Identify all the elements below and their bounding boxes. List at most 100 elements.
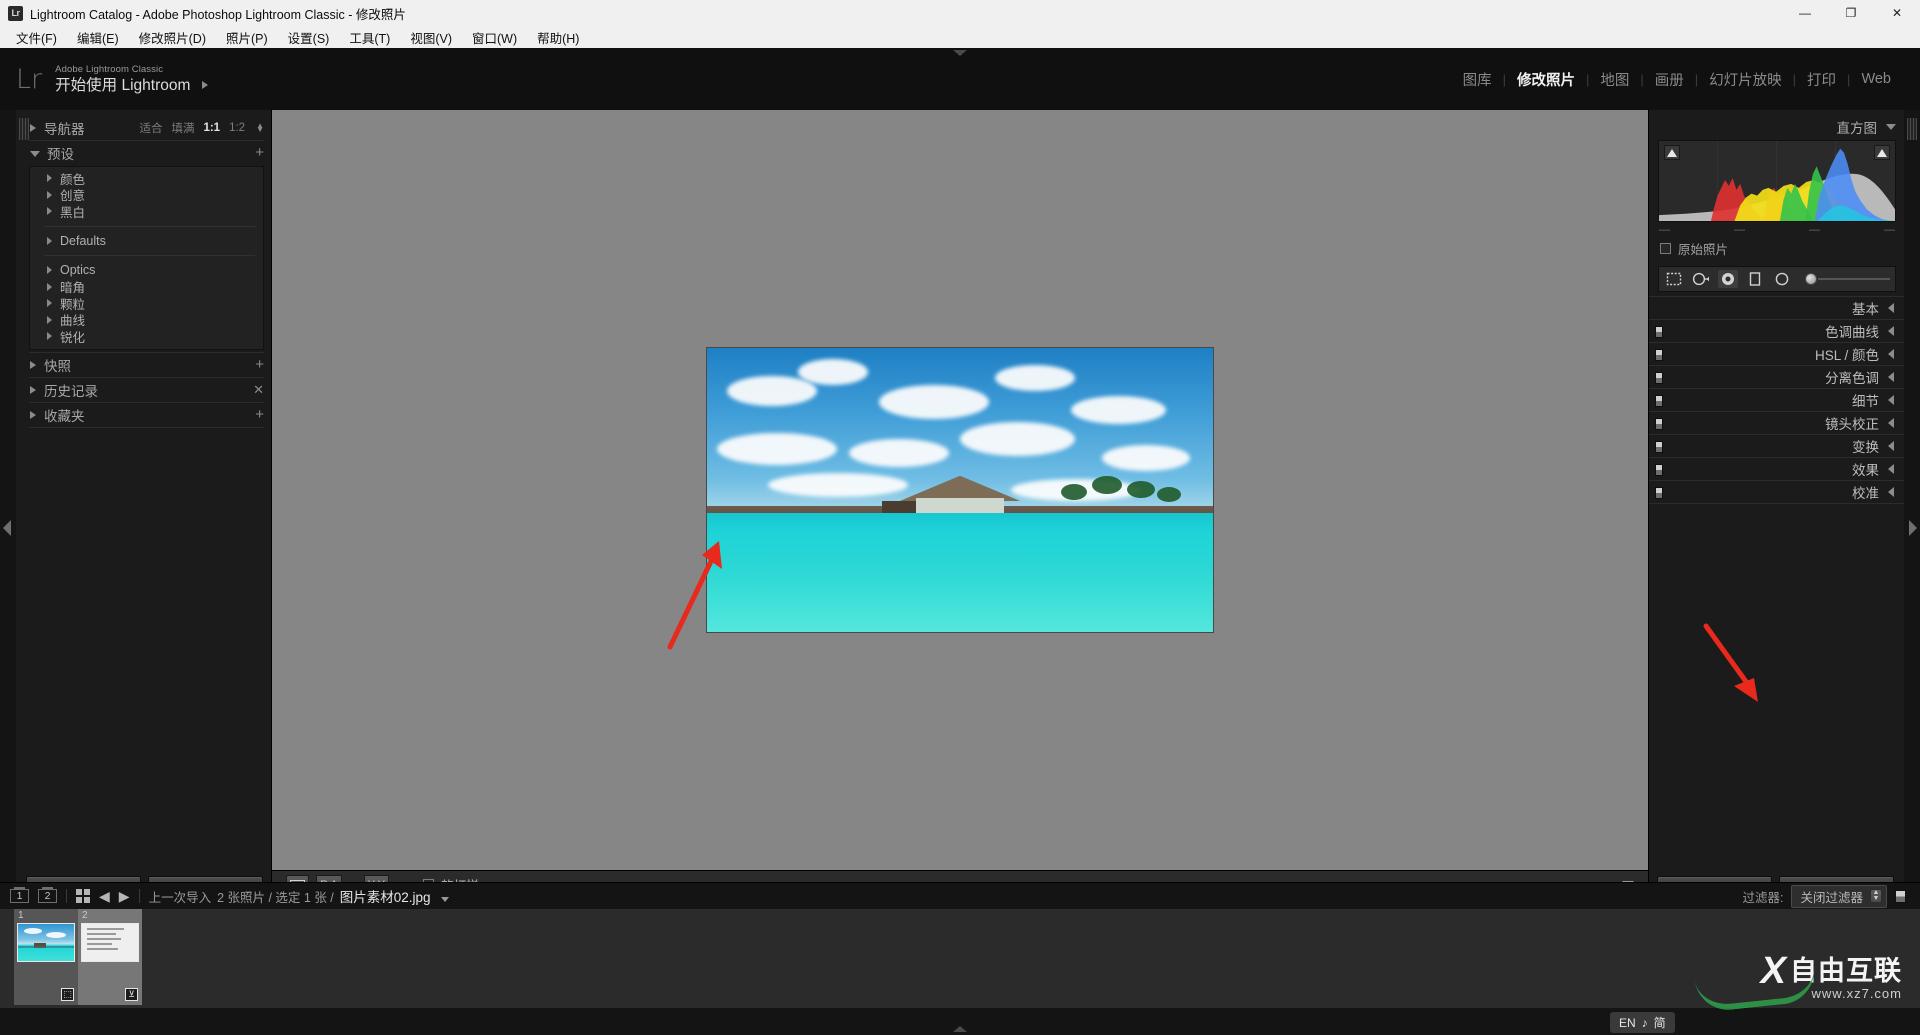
shadow-clipping-icon[interactable] [1664,145,1680,160]
menu-view[interactable]: 视图(V) [400,26,462,49]
highlight-clipping-icon[interactable] [1874,145,1890,160]
chevron-right-icon[interactable] [30,360,36,369]
maximize-button[interactable]: ❐ [1828,0,1874,26]
slider-track[interactable] [1818,278,1890,280]
graduated-filter-tool-icon[interactable] [1745,270,1765,288]
screen-badge-1[interactable]: 1 [10,887,29,903]
nav-fit[interactable]: 适合 [139,120,162,136]
panel-switch-icon[interactable] [1655,418,1663,430]
module-library[interactable]: 图库 [1452,69,1503,90]
add-collection-icon[interactable]: + [255,407,264,422]
module-slideshow[interactable]: 幻灯片放映 [1698,69,1793,90]
panel-switch-icon[interactable] [1655,487,1663,499]
filmstrip-item-2[interactable]: 2 ⊻ [78,909,142,1005]
filmstrip-source-info[interactable]: 上一次导入 2 张照片 / 选定 1 张 / 图片素材02.jpg [149,886,449,906]
chevron-right-icon[interactable] [30,124,36,132]
filmstrip-item-1[interactable]: 1 ⬚ [14,909,78,1005]
menu-window[interactable]: 窗口(W) [462,26,527,49]
panel-snapshots[interactable]: 快照 + [16,353,271,377]
back-arrow-icon[interactable]: ◀ [99,889,110,903]
nav-1-2[interactable]: 1:2 [229,122,245,134]
raw-photo-toggle[interactable]: 原始照片 [1649,236,1904,258]
menu-file[interactable]: 文件(F) [6,26,67,49]
module-web[interactable]: Web [1850,71,1902,87]
menu-help[interactable]: 帮助(H) [527,26,589,49]
right-panel-grip[interactable] [1907,118,1917,140]
panel-switch-icon[interactable] [1655,326,1663,338]
menu-photo[interactable]: 照片(P) [216,26,278,49]
panel-basic[interactable]: 基本 [1649,296,1904,319]
module-develop[interactable]: 修改照片 [1506,69,1586,90]
add-snapshot-icon[interactable]: + [255,357,264,372]
module-print[interactable]: 打印 [1796,69,1847,90]
preset-group-curve[interactable]: 曲线 [30,312,263,328]
zoom-stepper-icon[interactable]: ▲ ▼ [256,122,264,134]
identity-chevron-icon[interactable] [202,81,209,89]
panel-hsl-color[interactable]: HSL / 颜色 [1649,342,1904,365]
panel-detail[interactable]: 细节 [1649,388,1904,411]
menu-settings[interactable]: 设置(S) [278,26,340,49]
chevron-left-icon[interactable] [1888,349,1894,359]
filmstrip-collapse-icon[interactable] [953,1026,967,1032]
right-panel-collapse-icon[interactable] [1909,520,1917,536]
preset-group-sharpening[interactable]: 锐化 [30,328,263,345]
preset-group-color[interactable]: 颜色 [30,170,263,187]
panel-switch-icon[interactable] [1655,395,1663,407]
thumbnail-edit-badge[interactable]: ⊻ [125,988,138,1001]
menu-develop[interactable]: 修改照片(D) [129,26,216,49]
filter-select[interactable]: 关闭过滤器 ▲ ▼ [1791,884,1887,908]
thumbnail-crop-badge[interactable]: ⬚ [61,988,74,1001]
panel-switch-icon[interactable] [1655,441,1663,453]
chevron-left-icon[interactable] [1888,487,1894,497]
chevron-left-icon[interactable] [1888,395,1894,405]
panel-effects[interactable]: 效果 [1649,457,1904,480]
clear-history-icon[interactable]: ✕ [253,383,264,396]
preset-group-grain[interactable]: 颗粒 [30,295,263,312]
preset-group-vignetting[interactable]: 暗角 [30,279,263,295]
raw-photo-checkbox[interactable] [1660,243,1671,254]
preset-group-creative[interactable]: 创意 [30,187,263,203]
chevron-left-icon[interactable] [1888,464,1894,474]
chevron-right-icon[interactable] [30,385,36,394]
identity-plate[interactable]: Lr Adobe Lightroom Classic 开始使用 Lightroo… [0,64,209,95]
menu-edit[interactable]: 编辑(E) [67,26,129,49]
nav-fill[interactable]: 填满 [171,120,194,136]
histogram-graph[interactable] [1658,140,1896,222]
preset-group-bw[interactable]: 黑白 [30,203,263,220]
forward-arrow-icon[interactable]: ▶ [119,889,130,903]
panel-presets[interactable]: 预设 + [16,141,271,165]
screen-badge-2[interactable]: 2 [38,887,57,903]
preset-group-defaults[interactable]: Defaults [30,233,263,250]
module-book[interactable]: 画册 [1644,69,1695,90]
spot-removal-tool-icon[interactable] [1691,270,1711,288]
add-preset-icon[interactable]: + [255,145,264,160]
panel-navigator[interactable]: 导航器 适合 填满 1:1 1:2 ▲ ▼ [16,116,271,140]
module-map[interactable]: 地图 [1589,69,1640,90]
panel-history[interactable]: 历史记录 ✕ [16,378,271,402]
panel-lens-corrections[interactable]: 镜头校正 [1649,411,1904,434]
image-canvas[interactable] [272,110,1648,870]
panel-transform[interactable]: 变换 [1649,434,1904,457]
panel-collections[interactable]: 收藏夹 + [16,403,271,427]
filter-stepper-icon[interactable]: ▲ ▼ [1870,889,1882,903]
chevron-down-icon[interactable] [440,897,449,902]
chevron-down-icon[interactable] [30,150,40,157]
minimize-button[interactable]: — [1782,0,1828,26]
radial-filter-tool-icon[interactable] [1772,270,1792,288]
panel-histogram[interactable]: 直方图 [1649,116,1904,138]
left-panel-collapse-icon[interactable] [3,520,11,536]
ime-indicator[interactable]: EN ♪ 简 [1610,1012,1675,1033]
chevron-left-icon[interactable] [1888,441,1894,451]
panel-split-toning[interactable]: 分离色调 [1649,365,1904,388]
nav-1-1[interactable]: 1:1 [203,122,220,134]
chevron-right-icon[interactable] [30,410,36,419]
panel-tone-curve[interactable]: 色调曲线 [1649,319,1904,342]
chevron-left-icon[interactable] [1888,418,1894,428]
preview-photo[interactable] [707,348,1213,632]
filter-toggle-icon[interactable] [1895,889,1906,903]
panel-calibration[interactable]: 校准 [1649,480,1904,503]
chevron-down-icon[interactable] [1886,124,1896,130]
panel-switch-icon[interactable] [1655,464,1663,476]
adjustment-brush-slider[interactable] [1805,273,1890,285]
chevron-left-icon[interactable] [1888,303,1894,313]
